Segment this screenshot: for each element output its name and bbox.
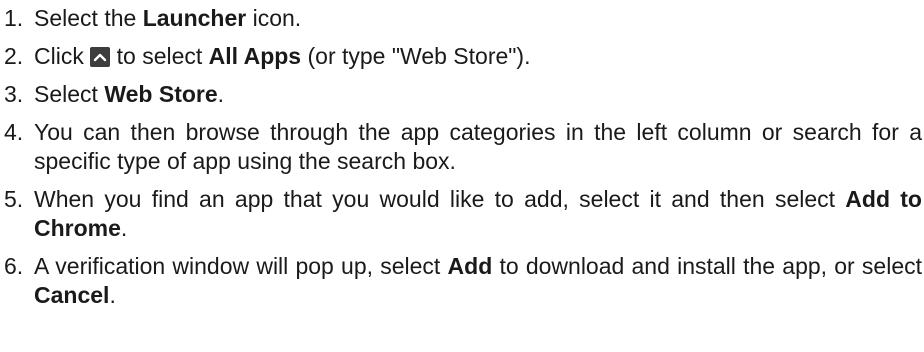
step-text: . [120, 215, 128, 241]
step-6: 6. A verification window will pop up, se… [0, 252, 922, 310]
cancel-term: Cancel [34, 282, 110, 308]
step-text: A verification window will pop up, selec… [34, 253, 448, 279]
launcher-term: Launcher [142, 5, 247, 31]
step-text: to download and install the app, or sele… [492, 253, 922, 279]
step-text: icon. [246, 5, 302, 31]
step-text: Select [34, 81, 105, 107]
step-number: 2. [4, 43, 24, 69]
step-1: 1. Select the Launcher icon. [0, 4, 922, 33]
step-text: (or type "Web Store"). [301, 43, 531, 69]
step-text: Select the [34, 5, 143, 31]
all-apps-term: All Apps [208, 43, 302, 69]
step-text: to select [110, 43, 209, 69]
step-number: 3. [4, 81, 24, 107]
step-text: When you find an app that you would like… [34, 186, 846, 212]
step-text: Click [34, 43, 91, 69]
chevron-up-icon [90, 47, 111, 67]
step-text: . [109, 282, 116, 308]
web-store-term: Web Store [104, 81, 218, 107]
step-number: 4. [4, 119, 24, 145]
step-4: 4. You can then browse through the app c… [0, 118, 922, 176]
step-text: . [217, 81, 225, 107]
instruction-steps: 1. Select the Launcher icon. 2. Click to… [0, 4, 922, 310]
step-3: 3. Select Web Store. [0, 80, 922, 109]
step-number: 5. [4, 186, 24, 212]
step-5: 5. When you find an app that you would l… [0, 185, 922, 243]
step-text: You can then browse through the app cate… [34, 119, 922, 174]
step-number: 6. [4, 253, 24, 279]
step-2: 2. Click to select All Apps (or type "We… [0, 42, 922, 71]
add-term: Add [447, 253, 493, 279]
step-number: 1. [4, 5, 24, 31]
